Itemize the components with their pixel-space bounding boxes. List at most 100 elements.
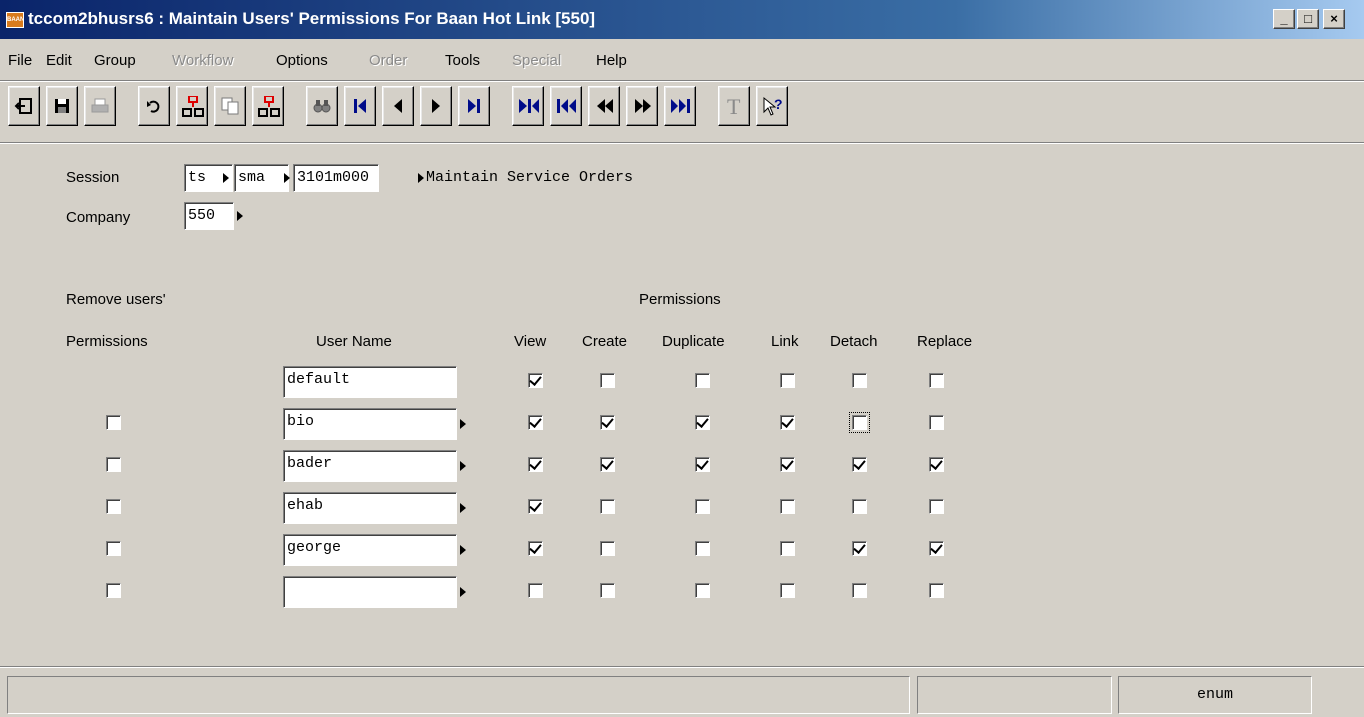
company-zoom-icon[interactable]	[237, 211, 243, 221]
status-field-type: enum	[1118, 676, 1312, 714]
create-permission-checkbox[interactable]	[600, 373, 615, 388]
view-permission-checkbox[interactable]	[528, 415, 543, 430]
user-zoom-icon[interactable]	[460, 503, 466, 513]
remove-permissions-checkbox[interactable]	[106, 415, 121, 430]
view-permission-checkbox[interactable]	[528, 373, 543, 388]
menu-options[interactable]: Options	[276, 52, 328, 69]
menu-file[interactable]: File	[8, 52, 32, 69]
session-package-zoom-icon[interactable]	[223, 173, 229, 183]
user-zoom-icon[interactable]	[460, 587, 466, 597]
duplicate-permission-checkbox[interactable]	[695, 373, 710, 388]
create-permission-checkbox[interactable]	[600, 583, 615, 598]
replace-permission-checkbox[interactable]	[929, 583, 944, 598]
replace-permission-checkbox[interactable]	[929, 499, 944, 514]
menu-special[interactable]: Special	[512, 52, 561, 69]
insert-record-icon[interactable]	[176, 86, 208, 126]
menu-tools[interactable]: Tools	[445, 52, 480, 69]
view-permission-checkbox[interactable]	[528, 583, 543, 598]
duplicate-permission-checkbox[interactable]	[695, 541, 710, 556]
duplicate-permission-checkbox[interactable]	[695, 583, 710, 598]
link-column-header: Link	[771, 333, 799, 350]
session-code-field[interactable]: 3101m000	[293, 164, 379, 192]
previous-record-icon[interactable]	[382, 86, 414, 126]
maximize-button[interactable]: □	[1297, 9, 1319, 29]
delete-record-icon[interactable]	[252, 86, 284, 126]
undo-icon[interactable]	[138, 86, 170, 126]
user-name-field[interactable]: bader	[283, 450, 457, 482]
company-field[interactable]: 550	[184, 202, 234, 230]
save-icon[interactable]	[46, 86, 78, 126]
status-divider	[0, 666, 1364, 668]
next-record-icon[interactable]	[420, 86, 452, 126]
remove-permissions-checkbox[interactable]	[106, 583, 121, 598]
detach-permission-checkbox[interactable]	[849, 412, 870, 433]
link-permission-checkbox[interactable]	[780, 415, 795, 430]
link-permission-checkbox[interactable]	[780, 373, 795, 388]
last-record-icon[interactable]	[458, 86, 490, 126]
replace-permission-checkbox[interactable]	[929, 541, 944, 556]
text-icon[interactable]: T	[718, 86, 750, 126]
permissions-group-header: Permissions	[639, 291, 721, 308]
user-name-header: User Name	[316, 333, 392, 350]
create-permission-checkbox[interactable]	[600, 499, 615, 514]
user-name-field[interactable]: bio	[283, 408, 457, 440]
user-zoom-icon[interactable]	[460, 545, 466, 555]
link-permission-checkbox[interactable]	[780, 583, 795, 598]
exit-icon[interactable]	[8, 86, 40, 126]
replace-permission-checkbox[interactable]	[929, 373, 944, 388]
menu-order[interactable]: Order	[369, 52, 407, 69]
create-permission-checkbox[interactable]	[600, 415, 615, 430]
minimize-button[interactable]: _	[1273, 9, 1295, 29]
session-module-zoom-icon[interactable]	[284, 173, 290, 183]
duplicate-permission-checkbox[interactable]	[695, 499, 710, 514]
menu-workflow[interactable]: Workflow	[172, 52, 233, 69]
status-message	[7, 676, 910, 714]
context-help-icon[interactable]: ?	[756, 86, 788, 126]
detach-permission-checkbox[interactable]	[852, 583, 867, 598]
user-name-field[interactable]: default	[283, 366, 457, 398]
find-icon[interactable]	[306, 86, 338, 126]
detach-permission-checkbox[interactable]	[852, 499, 867, 514]
close-button[interactable]: ×	[1323, 9, 1345, 29]
detach-permission-checkbox[interactable]	[852, 541, 867, 556]
duplicate-permission-checkbox[interactable]	[695, 415, 710, 430]
print-icon[interactable]	[84, 86, 116, 126]
menu-edit[interactable]: Edit	[46, 52, 72, 69]
remove-permissions-checkbox[interactable]	[106, 541, 121, 556]
menu-group[interactable]: Group	[94, 52, 136, 69]
baan-app-icon[interactable]: BAAN	[6, 12, 24, 28]
user-name-field[interactable]	[283, 576, 457, 608]
detach-permission-checkbox[interactable]	[852, 373, 867, 388]
previous-set-icon[interactable]	[550, 86, 582, 126]
link-permission-checkbox[interactable]	[780, 457, 795, 472]
create-permission-checkbox[interactable]	[600, 457, 615, 472]
rewind-icon[interactable]	[588, 86, 620, 126]
fast-forward-icon[interactable]	[626, 86, 658, 126]
replace-permission-checkbox[interactable]	[929, 457, 944, 472]
create-permission-checkbox[interactable]	[600, 541, 615, 556]
link-permission-checkbox[interactable]	[780, 541, 795, 556]
last-set-icon[interactable]	[664, 86, 696, 126]
user-name-field[interactable]: ehab	[283, 492, 457, 524]
user-zoom-icon[interactable]	[460, 419, 466, 429]
remove-users-header: Remove users'	[66, 291, 166, 308]
remove-permissions-checkbox[interactable]	[106, 499, 121, 514]
user-name-field[interactable]: george	[283, 534, 457, 566]
replace-column-header: Replace	[917, 333, 973, 350]
remove-permissions-checkbox[interactable]	[106, 457, 121, 472]
replace-permission-checkbox[interactable]	[929, 415, 944, 430]
duplicate-record-icon[interactable]	[214, 86, 246, 126]
user-zoom-icon[interactable]	[460, 461, 466, 471]
first-set-icon[interactable]	[512, 86, 544, 126]
view-permission-checkbox[interactable]	[528, 499, 543, 514]
duplicate-column-header: Duplicate	[662, 333, 725, 350]
session-module-field[interactable]: sma	[234, 164, 289, 192]
first-record-icon[interactable]	[344, 86, 376, 126]
link-permission-checkbox[interactable]	[780, 499, 795, 514]
duplicate-permission-checkbox[interactable]	[695, 457, 710, 472]
view-permission-checkbox[interactable]	[528, 541, 543, 556]
detach-permission-checkbox[interactable]	[852, 457, 867, 472]
session-code-zoom-icon[interactable]	[418, 173, 424, 183]
menu-help[interactable]: Help	[596, 52, 627, 69]
view-permission-checkbox[interactable]	[528, 457, 543, 472]
